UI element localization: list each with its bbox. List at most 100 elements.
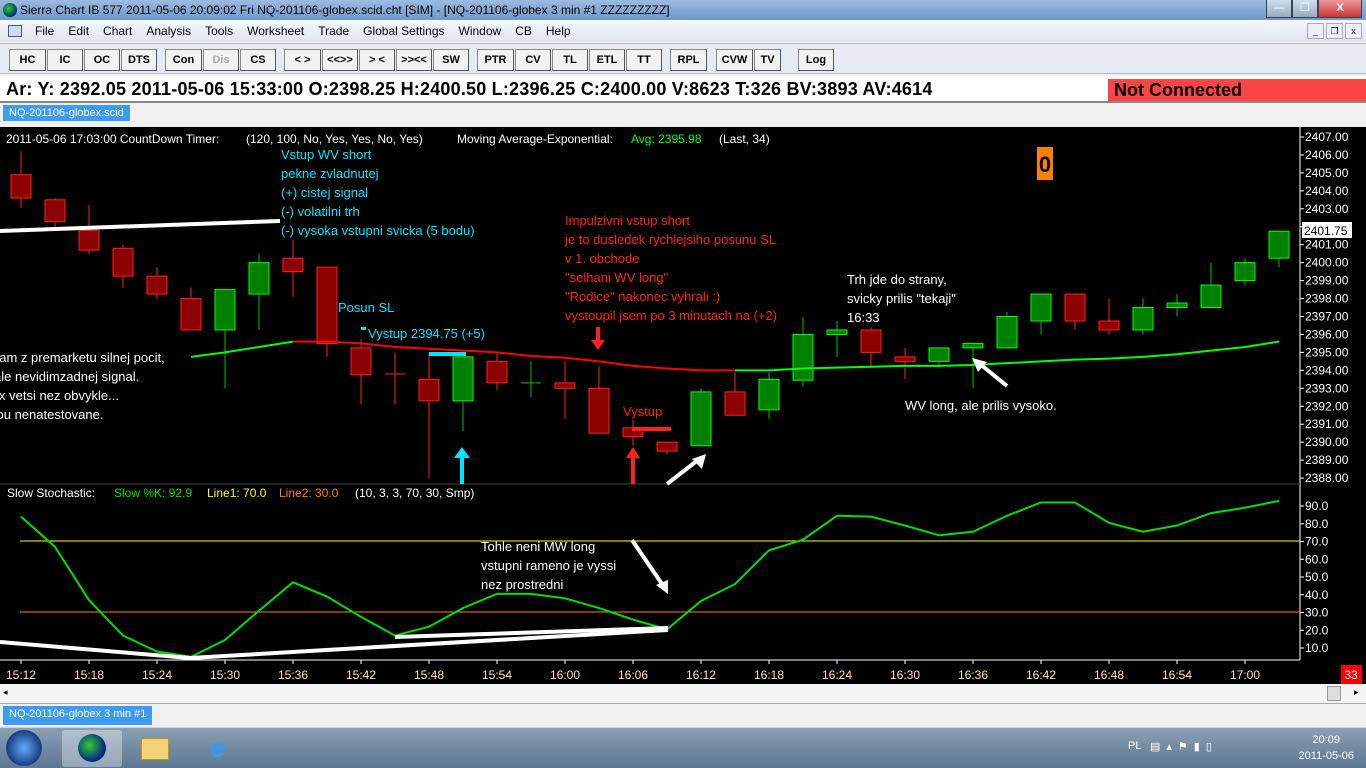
toolbar-dts-button[interactable]: DTS bbox=[121, 49, 157, 71]
countdown-value: 0 bbox=[1039, 152, 1051, 177]
toolbar-zoom-out2-button[interactable]: >><< bbox=[396, 49, 432, 71]
toolbar-tv-button[interactable]: TV bbox=[754, 49, 781, 71]
scroll-thumb[interactable] bbox=[1327, 686, 1341, 701]
toolbar-zoom-in-button[interactable]: < > bbox=[284, 49, 321, 71]
menu-cb[interactable]: CB bbox=[508, 24, 539, 38]
menu-edit[interactable]: Edit bbox=[61, 24, 96, 38]
ema-segment bbox=[258, 340, 294, 349]
restore-button[interactable]: ❐ bbox=[1292, 0, 1318, 18]
menu-window[interactable]: Window bbox=[452, 24, 509, 38]
ema-segment bbox=[360, 342, 396, 349]
toolbar-etl-button[interactable]: ETL bbox=[589, 49, 625, 71]
tray-icons[interactable]: ▤▴⚑▮▯ bbox=[1150, 740, 1218, 753]
taskbar-explorer[interactable] bbox=[125, 730, 185, 767]
toolbar-rpl-button[interactable]: RPL bbox=[670, 49, 707, 71]
cyan-exit-line bbox=[429, 352, 466, 356]
mdi-minimize-button[interactable]: _ bbox=[1307, 23, 1324, 39]
toolbar-oc-button[interactable]: OC bbox=[84, 49, 120, 71]
menu-tools[interactable]: Tools bbox=[198, 24, 240, 38]
toolbar-hc-button[interactable]: HC bbox=[9, 49, 46, 71]
candle bbox=[452, 356, 474, 432]
document-icon[interactable] bbox=[8, 25, 22, 37]
ema-segment bbox=[1074, 357, 1110, 361]
stoch-tick-label: 70.0 bbox=[1305, 535, 1329, 549]
toolbar-con-button[interactable]: Con bbox=[165, 49, 202, 71]
toolbar-tl-button[interactable]: TL bbox=[552, 49, 588, 71]
candle bbox=[724, 372, 746, 416]
candle bbox=[44, 198, 66, 227]
candle bbox=[316, 266, 338, 357]
time-tick-label: 16:30 bbox=[890, 668, 920, 682]
price-tick-label: 2394.00 bbox=[1305, 363, 1349, 377]
candle bbox=[622, 419, 644, 446]
time-tick-label: 16:36 bbox=[958, 668, 988, 682]
ema-segment bbox=[1040, 358, 1076, 363]
price-chart[interactable]: 2388.00 2389.00 2390.00 2391.00 2392.00 2393.… bbox=[0, 127, 1366, 684]
candle-body bbox=[554, 382, 576, 389]
candle bbox=[214, 289, 236, 389]
ema-segment bbox=[836, 365, 872, 369]
scroll-left-icon[interactable]: ◂ bbox=[3, 687, 8, 698]
white-arrow-icon bbox=[972, 358, 1009, 388]
ema-segment bbox=[1006, 360, 1042, 365]
toolbar-sw-button[interactable]: SW bbox=[433, 49, 469, 71]
menu-global-settings[interactable]: Global Settings bbox=[356, 24, 451, 38]
language-indicator[interactable]: PL bbox=[1128, 740, 1141, 752]
toolbar-cv-button[interactable]: CV bbox=[515, 49, 551, 71]
close-button[interactable]: X bbox=[1318, 0, 1362, 18]
toolbar-cvw-button[interactable]: CVW bbox=[716, 49, 753, 71]
ema-segment bbox=[190, 351, 226, 358]
connection-status[interactable]: Not Connected bbox=[1108, 79, 1366, 101]
stoch-params: (10, 3, 3, 70, 30, Smp) bbox=[355, 486, 474, 500]
candle bbox=[792, 317, 814, 387]
menu-chart[interactable]: Chart bbox=[96, 24, 139, 38]
ema-segment bbox=[632, 364, 668, 370]
toolbar: HC IC OC DTS Con Dis CS < > <<>> > < >><… bbox=[0, 43, 1366, 74]
mdi-close-button[interactable]: x bbox=[1345, 23, 1362, 39]
note-cyan-2: pekne zvladnutej bbox=[281, 166, 379, 181]
menu-trade[interactable]: Trade bbox=[311, 24, 356, 38]
folder-icon bbox=[141, 738, 169, 760]
clock[interactable]: 20:09 2011-05-06 bbox=[1299, 732, 1354, 764]
candle bbox=[1098, 298, 1120, 335]
last-price-label: 2401.75 bbox=[1304, 224, 1348, 238]
candle bbox=[588, 365, 610, 434]
stoch-tick-label: 90.0 bbox=[1305, 499, 1329, 513]
menu-help[interactable]: Help bbox=[539, 24, 578, 38]
note-white-2: ale nevidimzadnej signal. bbox=[0, 369, 139, 384]
time-tick-label: 16:42 bbox=[1026, 668, 1056, 682]
menu-file[interactable]: File bbox=[28, 24, 61, 38]
toolbar-log-button[interactable]: Log bbox=[798, 49, 834, 71]
toolbar-tt-button[interactable]: TT bbox=[626, 49, 662, 71]
menu-worksheet[interactable]: Worksheet bbox=[240, 24, 311, 38]
scroll-right-icon[interactable]: ▸ bbox=[1354, 687, 1359, 698]
horizontal-scrollbar[interactable]: ◂ ▸ bbox=[0, 684, 1366, 704]
candle bbox=[758, 373, 780, 419]
candle-body bbox=[112, 247, 134, 277]
clock-date: 2011-05-06 bbox=[1298, 750, 1354, 762]
toolbar-zoom-out-button[interactable]: > < bbox=[359, 49, 395, 71]
taskbar-internet-explorer[interactable]: e bbox=[188, 730, 248, 767]
menu-analysis[interactable]: Analysis bbox=[139, 24, 198, 38]
chart-area[interactable]: 2388.00 2389.00 2390.00 2391.00 2392.00 2393.… bbox=[0, 127, 1366, 684]
mdi-restore-button[interactable]: ❐ bbox=[1326, 23, 1343, 39]
start-button[interactable] bbox=[6, 730, 42, 766]
toolbar-cs-button[interactable]: CS bbox=[240, 49, 276, 71]
toolbar-dis-button[interactable]: Dis bbox=[203, 49, 239, 71]
tab-scid-file[interactable]: NQ-201106-globex.scid bbox=[3, 105, 130, 121]
window-title: Sierra Chart IB 577 2011-05-06 20:09:02 … bbox=[20, 3, 670, 17]
trendline-stoch-low bbox=[0, 628, 669, 661]
toolbar-ptr-button[interactable]: PTR bbox=[477, 49, 514, 71]
minimize-button[interactable]: — bbox=[1266, 0, 1292, 18]
taskbar-sierra-chart[interactable] bbox=[62, 730, 122, 767]
price-tick-label: 2401.00 bbox=[1305, 238, 1349, 252]
stoch-tick-label: 80.0 bbox=[1305, 517, 1329, 531]
tab-chart-window[interactable]: NQ-201106-globex 3 min #1 bbox=[3, 706, 153, 725]
toolbar-zoom-in2-button[interactable]: <<>> bbox=[322, 49, 358, 71]
ema-segment bbox=[428, 347, 464, 352]
candle-body bbox=[894, 356, 916, 362]
toolbar-ic-button[interactable]: IC bbox=[47, 49, 83, 71]
cyan-up-arrow-icon bbox=[454, 447, 470, 484]
time-tick-label: 15:24 bbox=[142, 668, 172, 682]
candle-body bbox=[282, 257, 304, 273]
